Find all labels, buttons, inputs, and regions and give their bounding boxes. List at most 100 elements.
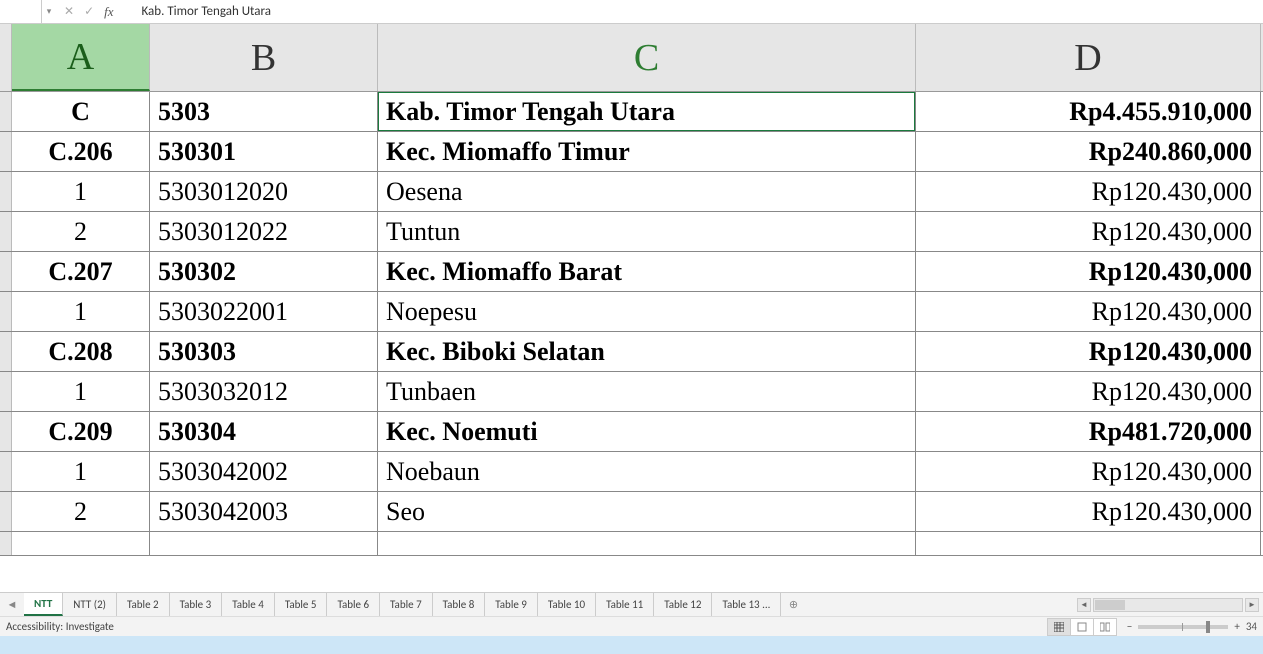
cell-B[interactable]: 530303	[150, 332, 378, 371]
column-header-D[interactable]: D	[916, 24, 1261, 91]
row-header-stub[interactable]	[0, 92, 12, 131]
name-box[interactable]	[0, 0, 42, 23]
add-sheet-button[interactable]: ⊕	[781, 593, 805, 616]
sheet-tab[interactable]: Table 7	[380, 593, 433, 616]
row-header-stub[interactable]	[0, 252, 12, 291]
enter-button[interactable]: ✓	[84, 4, 94, 19]
cell-C[interactable]: Tuntun	[378, 212, 916, 251]
row-header-stub[interactable]	[0, 332, 12, 371]
cell-B[interactable]: 5303032012	[150, 372, 378, 411]
cell-partial[interactable]	[150, 532, 378, 555]
row-header-stub[interactable]	[0, 292, 12, 331]
cell-A[interactable]: C.208	[12, 332, 150, 371]
sheet-tab[interactable]: Table 4	[222, 593, 275, 616]
cell-B[interactable]: 530304	[150, 412, 378, 451]
scroll-thumb[interactable]	[1095, 600, 1125, 610]
row-header-stub[interactable]	[0, 372, 12, 411]
horizontal-scrollbar[interactable]: ◄ ►	[1073, 593, 1263, 616]
sheet-tab[interactable]: Table 12	[654, 593, 712, 616]
scroll-left-arrow-icon[interactable]: ◄	[1077, 598, 1091, 612]
cell-B[interactable]: 5303012020	[150, 172, 378, 211]
cancel-button[interactable]: ✕	[64, 4, 74, 19]
cell-D[interactable]: Rp120.430,000	[916, 212, 1261, 251]
cell-A[interactable]: 1	[12, 172, 150, 211]
cell-C[interactable]: Noebaun	[378, 452, 916, 491]
row-header-stub[interactable]	[0, 532, 12, 555]
row-header-stub[interactable]	[0, 172, 12, 211]
column-header-B[interactable]: B	[150, 24, 378, 91]
cell-partial[interactable]	[378, 532, 916, 555]
cell-B[interactable]: 530301	[150, 132, 378, 171]
formula-content[interactable]: Kab. Timor Tengah Utara	[122, 4, 1263, 19]
sheet-tab[interactable]: Table 2	[117, 593, 170, 616]
cell-B[interactable]: 5303012022	[150, 212, 378, 251]
scroll-track[interactable]	[1093, 598, 1243, 612]
sheet-tab[interactable]: Table 5	[275, 593, 328, 616]
cell-A[interactable]: 1	[12, 292, 150, 331]
cell-D[interactable]: Rp4.455.910,000	[916, 92, 1261, 131]
cell-A[interactable]: 1	[12, 452, 150, 491]
cell-B[interactable]: 530302	[150, 252, 378, 291]
cell-A[interactable]: C.209	[12, 412, 150, 451]
cell-D[interactable]: Rp120.430,000	[916, 452, 1261, 491]
column-header-A[interactable]: A	[12, 24, 150, 91]
zoom-in-button[interactable]: +	[1234, 620, 1239, 633]
cell-A[interactable]: 2	[12, 492, 150, 531]
page-break-view-button[interactable]	[1093, 618, 1117, 636]
cell-A[interactable]: C.206	[12, 132, 150, 171]
cell-A[interactable]: C	[12, 92, 150, 131]
page-layout-view-button[interactable]	[1070, 618, 1094, 636]
cell-C[interactable]: Kec. Miomaffo Timur	[378, 132, 916, 171]
cell-C[interactable]: Seo	[378, 492, 916, 531]
cell-B[interactable]: 5303	[150, 92, 378, 131]
zoom-out-button[interactable]: −	[1127, 620, 1132, 633]
cell-partial[interactable]	[12, 532, 150, 555]
cell-A[interactable]: C.207	[12, 252, 150, 291]
cell-D[interactable]: Rp481.720,000	[916, 412, 1261, 451]
cell-A[interactable]: 1	[12, 372, 150, 411]
cell-C[interactable]: Kec. Noemuti	[378, 412, 916, 451]
column-header-C[interactable]: C	[378, 24, 916, 91]
name-box-dropdown-icon[interactable]: ▾	[42, 6, 56, 17]
cell-D[interactable]: Rp120.430,000	[916, 252, 1261, 291]
sheet-tab[interactable]: Table 6	[327, 593, 380, 616]
zoom-value[interactable]: 34	[1246, 620, 1257, 633]
cell-D[interactable]: Rp240.860,000	[916, 132, 1261, 171]
cell-C[interactable]: Noepesu	[378, 292, 916, 331]
row-header-stub[interactable]	[0, 212, 12, 251]
row-header-stub[interactable]	[0, 492, 12, 531]
cell-partial[interactable]	[916, 532, 1261, 555]
sheet-tab[interactable]: NTT (2)	[63, 593, 117, 616]
sheet-tab[interactable]: Table 13 ...	[712, 593, 781, 616]
cell-D[interactable]: Rp120.430,000	[916, 292, 1261, 331]
sheet-tab[interactable]: Table 8	[433, 593, 486, 616]
normal-view-button[interactable]	[1047, 618, 1071, 636]
row-header-stub[interactable]	[0, 452, 12, 491]
sheet-tab[interactable]: Table 3	[170, 593, 223, 616]
fx-button[interactable]: fx	[104, 4, 113, 20]
cell-C[interactable]: Kec. Biboki Selatan	[378, 332, 916, 371]
tab-nav-prev-icon[interactable]: ◄	[0, 593, 24, 616]
row-header-stub[interactable]	[0, 132, 12, 171]
cell-B[interactable]: 5303042003	[150, 492, 378, 531]
cell-D[interactable]: Rp120.430,000	[916, 372, 1261, 411]
sheet-tab[interactable]: Table 9	[485, 593, 538, 616]
cell-D[interactable]: Rp120.430,000	[916, 492, 1261, 531]
select-all-corner[interactable]	[0, 24, 12, 91]
row-header-stub[interactable]	[0, 412, 12, 451]
cell-C[interactable]: Oesena	[378, 172, 916, 211]
cell-B[interactable]: 5303042002	[150, 452, 378, 491]
accessibility-status[interactable]: Accessibility: Investigate	[6, 620, 114, 633]
sheet-tab[interactable]: NTT	[24, 593, 63, 616]
cell-D[interactable]: Rp120.430,000	[916, 332, 1261, 371]
cell-B[interactable]: 5303022001	[150, 292, 378, 331]
cell-C[interactable]: Kec. Miomaffo Barat	[378, 252, 916, 291]
sheet-tab[interactable]: Table 11	[596, 593, 654, 616]
cell-A[interactable]: 2	[12, 212, 150, 251]
cell-C[interactable]: Kab. Timor Tengah Utara	[378, 92, 916, 131]
scroll-right-arrow-icon[interactable]: ►	[1245, 598, 1259, 612]
cell-C[interactable]: Tunbaen	[378, 372, 916, 411]
sheet-tab[interactable]: Table 10	[538, 593, 596, 616]
cell-D[interactable]: Rp120.430,000	[916, 172, 1261, 211]
zoom-slider[interactable]	[1138, 625, 1228, 629]
